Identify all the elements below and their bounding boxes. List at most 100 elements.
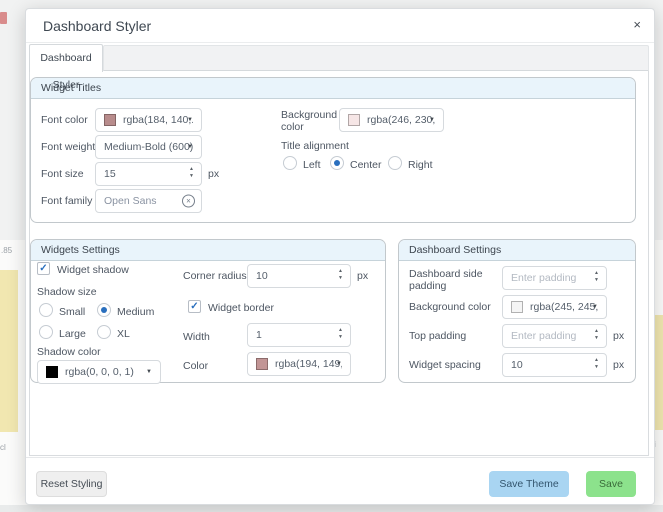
shadow-small-label: Small	[59, 306, 85, 318]
background-color-swatch	[348, 114, 360, 126]
step-down-icon[interactable]: ▼	[592, 335, 601, 342]
font-size-label: Font size	[41, 168, 84, 180]
step-up-icon[interactable]: ▲	[187, 166, 196, 173]
corner-radius-unit: px	[357, 270, 368, 282]
dashboard-bg-color-value: rgba(245, 245,...	[530, 301, 598, 313]
corner-radius-label: Corner radius	[183, 270, 247, 282]
alignment-right-label: Right	[408, 159, 433, 171]
close-icon[interactable]: ×	[633, 17, 641, 32]
shadow-large-radio[interactable]	[39, 325, 53, 339]
step-up-icon[interactable]: ▲	[592, 357, 601, 364]
side-padding-input[interactable]: Enter padding ▲▼	[502, 266, 607, 290]
top-padding-stepper[interactable]: ▲▼	[592, 328, 601, 342]
widget-border-label: Widget border	[208, 302, 274, 314]
widget-spacing-label: Widget spacing	[409, 359, 481, 371]
save-button[interactable]: Save	[586, 471, 636, 497]
top-padding-unit: px	[613, 330, 624, 342]
alignment-center-label: Center	[350, 159, 382, 171]
font-color-swatch	[104, 114, 116, 126]
font-color-value: rgba(184, 140,...	[123, 114, 193, 126]
alignment-center-radio[interactable]	[330, 156, 344, 170]
step-up-icon[interactable]: ▲	[592, 270, 601, 277]
reset-styling-button[interactable]: Reset Styling	[36, 471, 107, 497]
step-down-icon[interactable]: ▼	[592, 364, 601, 371]
top-padding-input[interactable]: Enter padding ▲▼	[502, 324, 607, 348]
chevron-down-icon: ▼	[187, 117, 193, 123]
step-up-icon[interactable]: ▲	[592, 328, 601, 335]
border-width-label: Width	[183, 331, 210, 343]
step-down-icon[interactable]: ▼	[592, 277, 601, 284]
backdrop-text-fragment: .85	[1, 246, 12, 255]
alignment-right-radio[interactable]	[388, 156, 402, 170]
top-padding-label: Top padding	[409, 330, 466, 342]
shadow-xl-radio[interactable]	[97, 325, 111, 339]
font-color-label: Font color	[41, 114, 88, 126]
font-color-dropdown[interactable]: rgba(184, 140,... ▼	[95, 108, 202, 132]
chevron-down-icon: ▼	[187, 144, 193, 150]
chevron-down-icon: ▼	[146, 369, 152, 375]
shadow-size-label: Shadow size	[37, 286, 97, 298]
dashboard-settings-header: Dashboard Settings	[399, 240, 635, 261]
widget-shadow-label: Widget shadow	[57, 264, 129, 276]
shadow-medium-radio[interactable]	[97, 303, 111, 317]
page-background-bottom	[0, 505, 663, 512]
backdrop-text-fragment: cl	[0, 443, 6, 452]
chevron-down-icon: ▼	[336, 361, 342, 367]
chevron-down-icon: ▼	[429, 117, 435, 123]
step-up-icon[interactable]: ▲	[336, 268, 345, 275]
border-width-stepper[interactable]: ▲▼	[336, 327, 345, 341]
font-size-input[interactable]: 15 ▲▼	[95, 162, 202, 186]
border-color-swatch	[256, 358, 268, 370]
font-family-label: Font family	[41, 195, 92, 207]
background-color-value: rgba(246, 230,...	[367, 114, 435, 126]
alignment-left-label: Left	[303, 159, 321, 171]
corner-radius-input[interactable]: 10 ▲▼	[247, 264, 351, 288]
dashboard-bg-color-swatch	[511, 301, 523, 313]
widgets-settings-header: Widgets Settings	[31, 240, 385, 261]
dashboard-styler-dialog: Dashboard Styler × Dashboard Styler Widg…	[25, 8, 655, 505]
top-padding-placeholder: Enter padding	[511, 330, 576, 342]
corner-radius-stepper[interactable]: ▲▼	[336, 268, 345, 282]
background-color-dropdown[interactable]: rgba(246, 230,... ▼	[339, 108, 444, 132]
font-weight-label: Font weight	[41, 141, 95, 153]
shadow-large-label: Large	[59, 328, 86, 340]
step-down-icon[interactable]: ▼	[336, 275, 345, 282]
widget-spacing-input[interactable]: 10 ▲▼	[502, 353, 607, 377]
widget-shadow-checkbox[interactable]: ✓	[37, 262, 50, 275]
shadow-color-swatch	[46, 366, 58, 378]
shadow-color-dropdown[interactable]: rgba(0, 0, 0, 1) ▼	[37, 360, 161, 384]
step-up-icon[interactable]: ▲	[336, 327, 345, 334]
font-family-input[interactable]: Open Sans ×	[95, 189, 202, 213]
tab-dashboard-styler[interactable]: Dashboard Styler	[29, 44, 103, 72]
clear-icon[interactable]: ×	[182, 195, 195, 208]
side-padding-label: Dashboard side padding	[409, 268, 489, 292]
save-theme-button[interactable]: Save Theme	[489, 471, 569, 497]
shadow-color-label: Shadow color	[37, 346, 101, 358]
font-size-stepper[interactable]: ▲▼	[187, 166, 196, 180]
step-down-icon[interactable]: ▼	[187, 173, 196, 180]
border-width-input[interactable]: 1 ▲▼	[247, 323, 351, 347]
dashboard-bg-color-dropdown[interactable]: rgba(245, 245,... ▼	[502, 295, 607, 319]
dialog-header: Dashboard Styler ×	[26, 9, 654, 43]
widget-spacing-stepper[interactable]: ▲▼	[592, 357, 601, 371]
widget-spacing-value: 10	[511, 359, 523, 371]
border-width-value: 1	[256, 329, 262, 341]
shadow-small-radio[interactable]	[39, 303, 53, 317]
font-family-value: Open Sans	[104, 195, 157, 207]
title-alignment-label: Title alignment	[281, 140, 349, 152]
alignment-left-radio[interactable]	[283, 156, 297, 170]
font-weight-dropdown[interactable]: Medium-Bold (600) ▼	[95, 135, 202, 159]
shadow-color-value: rgba(0, 0, 0, 1)	[65, 366, 134, 378]
font-weight-value: Medium-Bold (600)	[104, 141, 193, 153]
step-down-icon[interactable]: ▼	[336, 334, 345, 341]
font-size-unit: px	[208, 168, 219, 180]
widget-border-checkbox[interactable]: ✓	[188, 300, 201, 313]
corner-radius-value: 10	[256, 270, 268, 282]
border-color-dropdown[interactable]: rgba(194, 149,... ▼	[247, 352, 351, 376]
tab-strip	[103, 45, 649, 71]
widget-titles-header: Widget Titles	[31, 78, 635, 99]
side-padding-stepper[interactable]: ▲▼	[592, 270, 601, 284]
border-color-label: Color	[183, 360, 208, 372]
footer-divider	[26, 457, 654, 458]
shadow-xl-label: XL	[117, 328, 130, 340]
